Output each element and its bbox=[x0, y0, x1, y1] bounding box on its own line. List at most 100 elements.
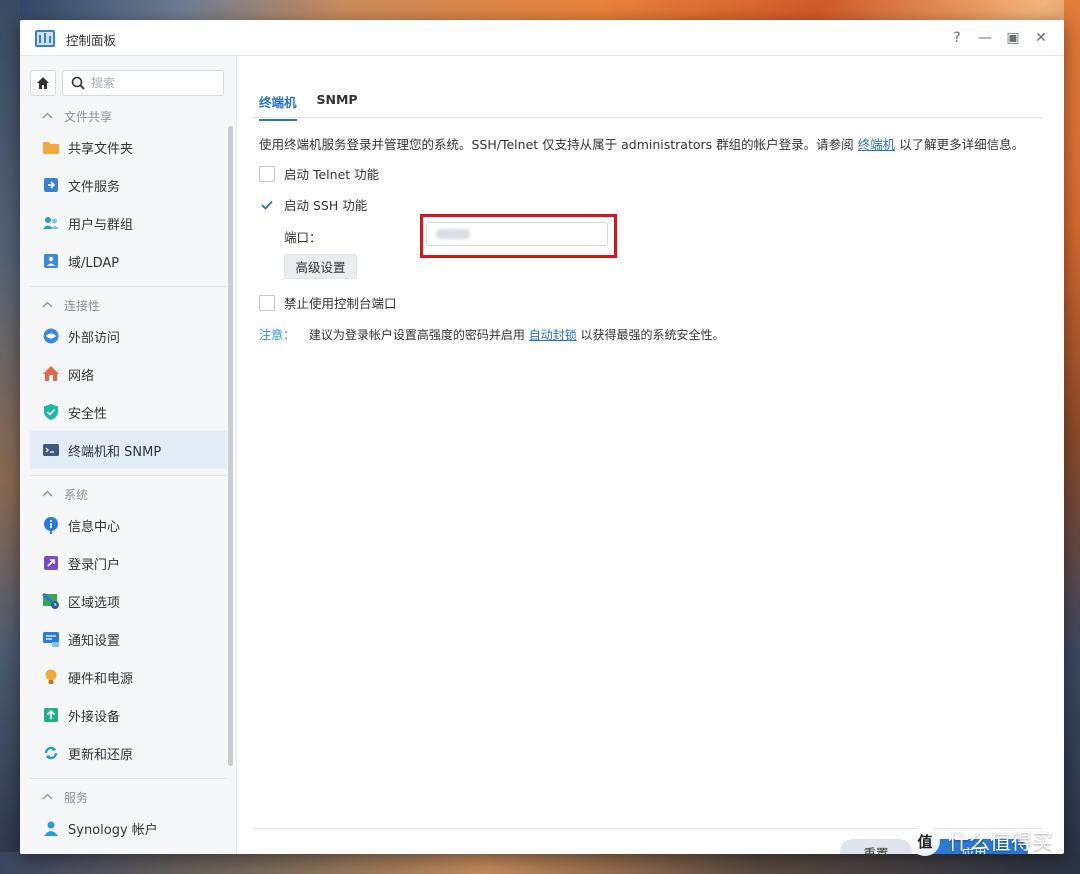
reset-button[interactable]: 重置 bbox=[840, 839, 912, 854]
main-content: 终端机 SNMP 使用终端机服务登录并管理您的系统。SSH/Telnet 仅支持… bbox=[238, 56, 1064, 854]
description-text-end: 以了解更多详细信息。 bbox=[899, 137, 1025, 152]
watermark-badge: 值 bbox=[910, 826, 940, 856]
sidebar-item-synology-account[interactable]: Synology 帐户 bbox=[30, 809, 227, 847]
telnet-label: 启动 Telnet 功能 bbox=[284, 167, 380, 182]
sidebar-item-label: 安全性 bbox=[68, 406, 108, 422]
sidebar-item-hardware-power[interactable]: 硬件和电源 bbox=[30, 658, 227, 696]
sidebar-item-file-services[interactable]: 文件服务 bbox=[30, 166, 227, 204]
sidebar-item-label: 外部访问 bbox=[68, 330, 121, 346]
sidebar-section-header[interactable]: 系统 bbox=[30, 482, 227, 506]
telnet-checkbox[interactable] bbox=[259, 165, 275, 182]
sidebar-item-regional-options[interactable]: 区域选项 bbox=[30, 582, 227, 620]
home-button[interactable] bbox=[30, 70, 56, 96]
terminal-description: 使用终端机服务登录并管理您的系统。SSH/Telnet 仅支持从属于 admin… bbox=[259, 134, 1024, 153]
home-icon bbox=[37, 77, 49, 89]
ssh-option: 启动 SSH 功能 bbox=[259, 195, 367, 214]
tab-divider bbox=[252, 117, 1042, 118]
external-access-icon bbox=[42, 327, 60, 345]
sidebar-item-label: 信息中心 bbox=[68, 519, 121, 535]
sidebar-section-header[interactable]: 文件共享 bbox=[30, 104, 227, 128]
control-panel-window: 控制面板 ? — ▣ ✕ 文件共享共享文件夹文件服务用户与群组域/LDAP 连接性… bbox=[20, 20, 1064, 854]
sidebar-section-title: 系统 bbox=[64, 487, 89, 502]
description-text: 使用终端机服务登录并管理您的系统。SSH/Telnet 仅支持从属于 admin… bbox=[259, 137, 854, 152]
sidebar-divider bbox=[30, 475, 227, 476]
sidebar-section-title: 连接性 bbox=[64, 298, 101, 313]
note-label: 注意： bbox=[259, 328, 296, 342]
sidebar-item-info-center[interactable]: 信息中心 bbox=[30, 506, 227, 544]
sidebar-item-login-portal[interactable]: 登录门户 bbox=[30, 544, 227, 582]
sidebar-item-users-groups[interactable]: 用户与群组 bbox=[30, 204, 227, 242]
sidebar-item-label: 用户与群组 bbox=[68, 217, 134, 233]
sidebar-item-label: 通知设置 bbox=[68, 633, 121, 649]
sidebar-item-terminal[interactable]: 终端机和 SNMP bbox=[30, 431, 227, 469]
sidebar-item-label: Synology 帐户 bbox=[68, 822, 158, 838]
console-label: 禁止使用控制台端口 bbox=[284, 296, 397, 311]
terminal-icon bbox=[42, 441, 60, 459]
title-bar[interactable]: 控制面板 ? — ▣ ✕ bbox=[20, 20, 1064, 56]
sidebar-item-label: 终端机和 SNMP bbox=[68, 444, 162, 460]
sidebar-item-label: 外接设备 bbox=[68, 709, 121, 725]
sidebar-item-label: 共享文件夹 bbox=[68, 141, 134, 157]
sidebar-item-shared-folder[interactable]: 共享文件夹 bbox=[30, 128, 227, 166]
console-checkbox[interactable] bbox=[259, 294, 275, 311]
note-text: 建议为登录帐户设置高强度的密码并启用 bbox=[308, 328, 525, 342]
network-icon bbox=[42, 365, 60, 383]
sidebar-item-external-access[interactable]: 外部访问 bbox=[30, 317, 227, 355]
sidebar: 文件共享共享文件夹文件服务用户与群组域/LDAP 连接性外部访问网络安全性终端机和… bbox=[20, 56, 237, 854]
advanced-settings-button[interactable]: 高级设置 bbox=[284, 254, 357, 279]
sidebar-item-label: 登录门户 bbox=[68, 557, 121, 573]
shared-folder-icon bbox=[42, 138, 60, 156]
terminal-help-link[interactable]: 终端机 bbox=[858, 137, 896, 152]
ssh-label: 启动 SSH 功能 bbox=[284, 198, 368, 213]
port-label: 端口： bbox=[284, 230, 322, 245]
sidebar-section-header[interactable]: 服务 bbox=[30, 785, 227, 809]
sidebar-item-update-restore[interactable]: 更新和还原 bbox=[30, 734, 227, 772]
search-icon bbox=[71, 76, 85, 90]
sidebar-divider bbox=[30, 778, 227, 779]
file-services-icon bbox=[42, 176, 60, 194]
sidebar-item-label: 更新和还原 bbox=[68, 747, 134, 763]
console-option: 禁止使用控制台端口 bbox=[259, 293, 397, 312]
sidebar-item-label: 网络 bbox=[68, 368, 95, 384]
sidebar-section-title: 服务 bbox=[64, 790, 89, 805]
sidebar-item-label: 文件服务 bbox=[68, 179, 121, 195]
sidebar-item-domain-ldap[interactable]: 域/LDAP bbox=[30, 242, 227, 280]
chevron-up-icon bbox=[42, 489, 54, 500]
telnet-option: 启动 Telnet 功能 bbox=[259, 164, 379, 183]
search-input[interactable] bbox=[91, 76, 211, 90]
watermark-text: 什么值得买 bbox=[948, 830, 1053, 854]
sidebar-toolbar bbox=[30, 70, 224, 96]
security-note: 注意： 建议为登录帐户设置高强度的密码并启用 自动封锁 以获得最强的系统安全性。 bbox=[259, 326, 725, 343]
chevron-up-icon bbox=[42, 300, 54, 311]
sidebar-item-notification[interactable]: 通知设置 bbox=[30, 620, 227, 658]
sidebar-item-label: 域/LDAP bbox=[68, 255, 120, 271]
help-icon[interactable]: ? bbox=[946, 28, 968, 48]
sidebar-divider bbox=[30, 286, 227, 287]
sidebar-item-security-shield[interactable]: 安全性 bbox=[30, 393, 227, 431]
window-title: 控制面板 bbox=[66, 33, 117, 48]
domain-ldap-icon bbox=[42, 252, 60, 270]
users-groups-icon bbox=[42, 214, 60, 232]
window-controls: ? — ▣ ✕ bbox=[946, 28, 1052, 48]
sidebar-item-external-devices[interactable]: 外接设备 bbox=[30, 696, 227, 734]
update-restore-icon bbox=[42, 744, 60, 762]
watermark: 值 什么值得买 bbox=[910, 826, 1053, 856]
sidebar-section-header[interactable]: 连接性 bbox=[30, 293, 227, 317]
desktop-background-left bbox=[0, 0, 20, 874]
notification-icon bbox=[42, 630, 60, 648]
chevron-up-icon bbox=[42, 792, 54, 803]
annotation-highlight-box bbox=[420, 214, 617, 258]
note-text-end: 以获得最强的系统安全性。 bbox=[580, 328, 725, 342]
sidebar-scrollbar[interactable] bbox=[228, 126, 233, 766]
minimize-icon[interactable]: — bbox=[974, 28, 996, 48]
ssh-checkbox[interactable] bbox=[259, 196, 275, 213]
search-field[interactable] bbox=[62, 70, 224, 96]
maximize-icon[interactable]: ▣ bbox=[1002, 28, 1024, 48]
sidebar-item-network[interactable]: 网络 bbox=[30, 355, 227, 393]
hardware-power-icon bbox=[42, 668, 60, 686]
auto-block-link[interactable]: 自动封锁 bbox=[529, 328, 577, 342]
sidebar-nav: 文件共享共享文件夹文件服务用户与群组域/LDAP 连接性外部访问网络安全性终端机和… bbox=[30, 104, 227, 847]
security-shield-icon bbox=[42, 403, 60, 421]
close-icon[interactable]: ✕ bbox=[1030, 28, 1052, 48]
regional-options-icon bbox=[42, 592, 60, 610]
